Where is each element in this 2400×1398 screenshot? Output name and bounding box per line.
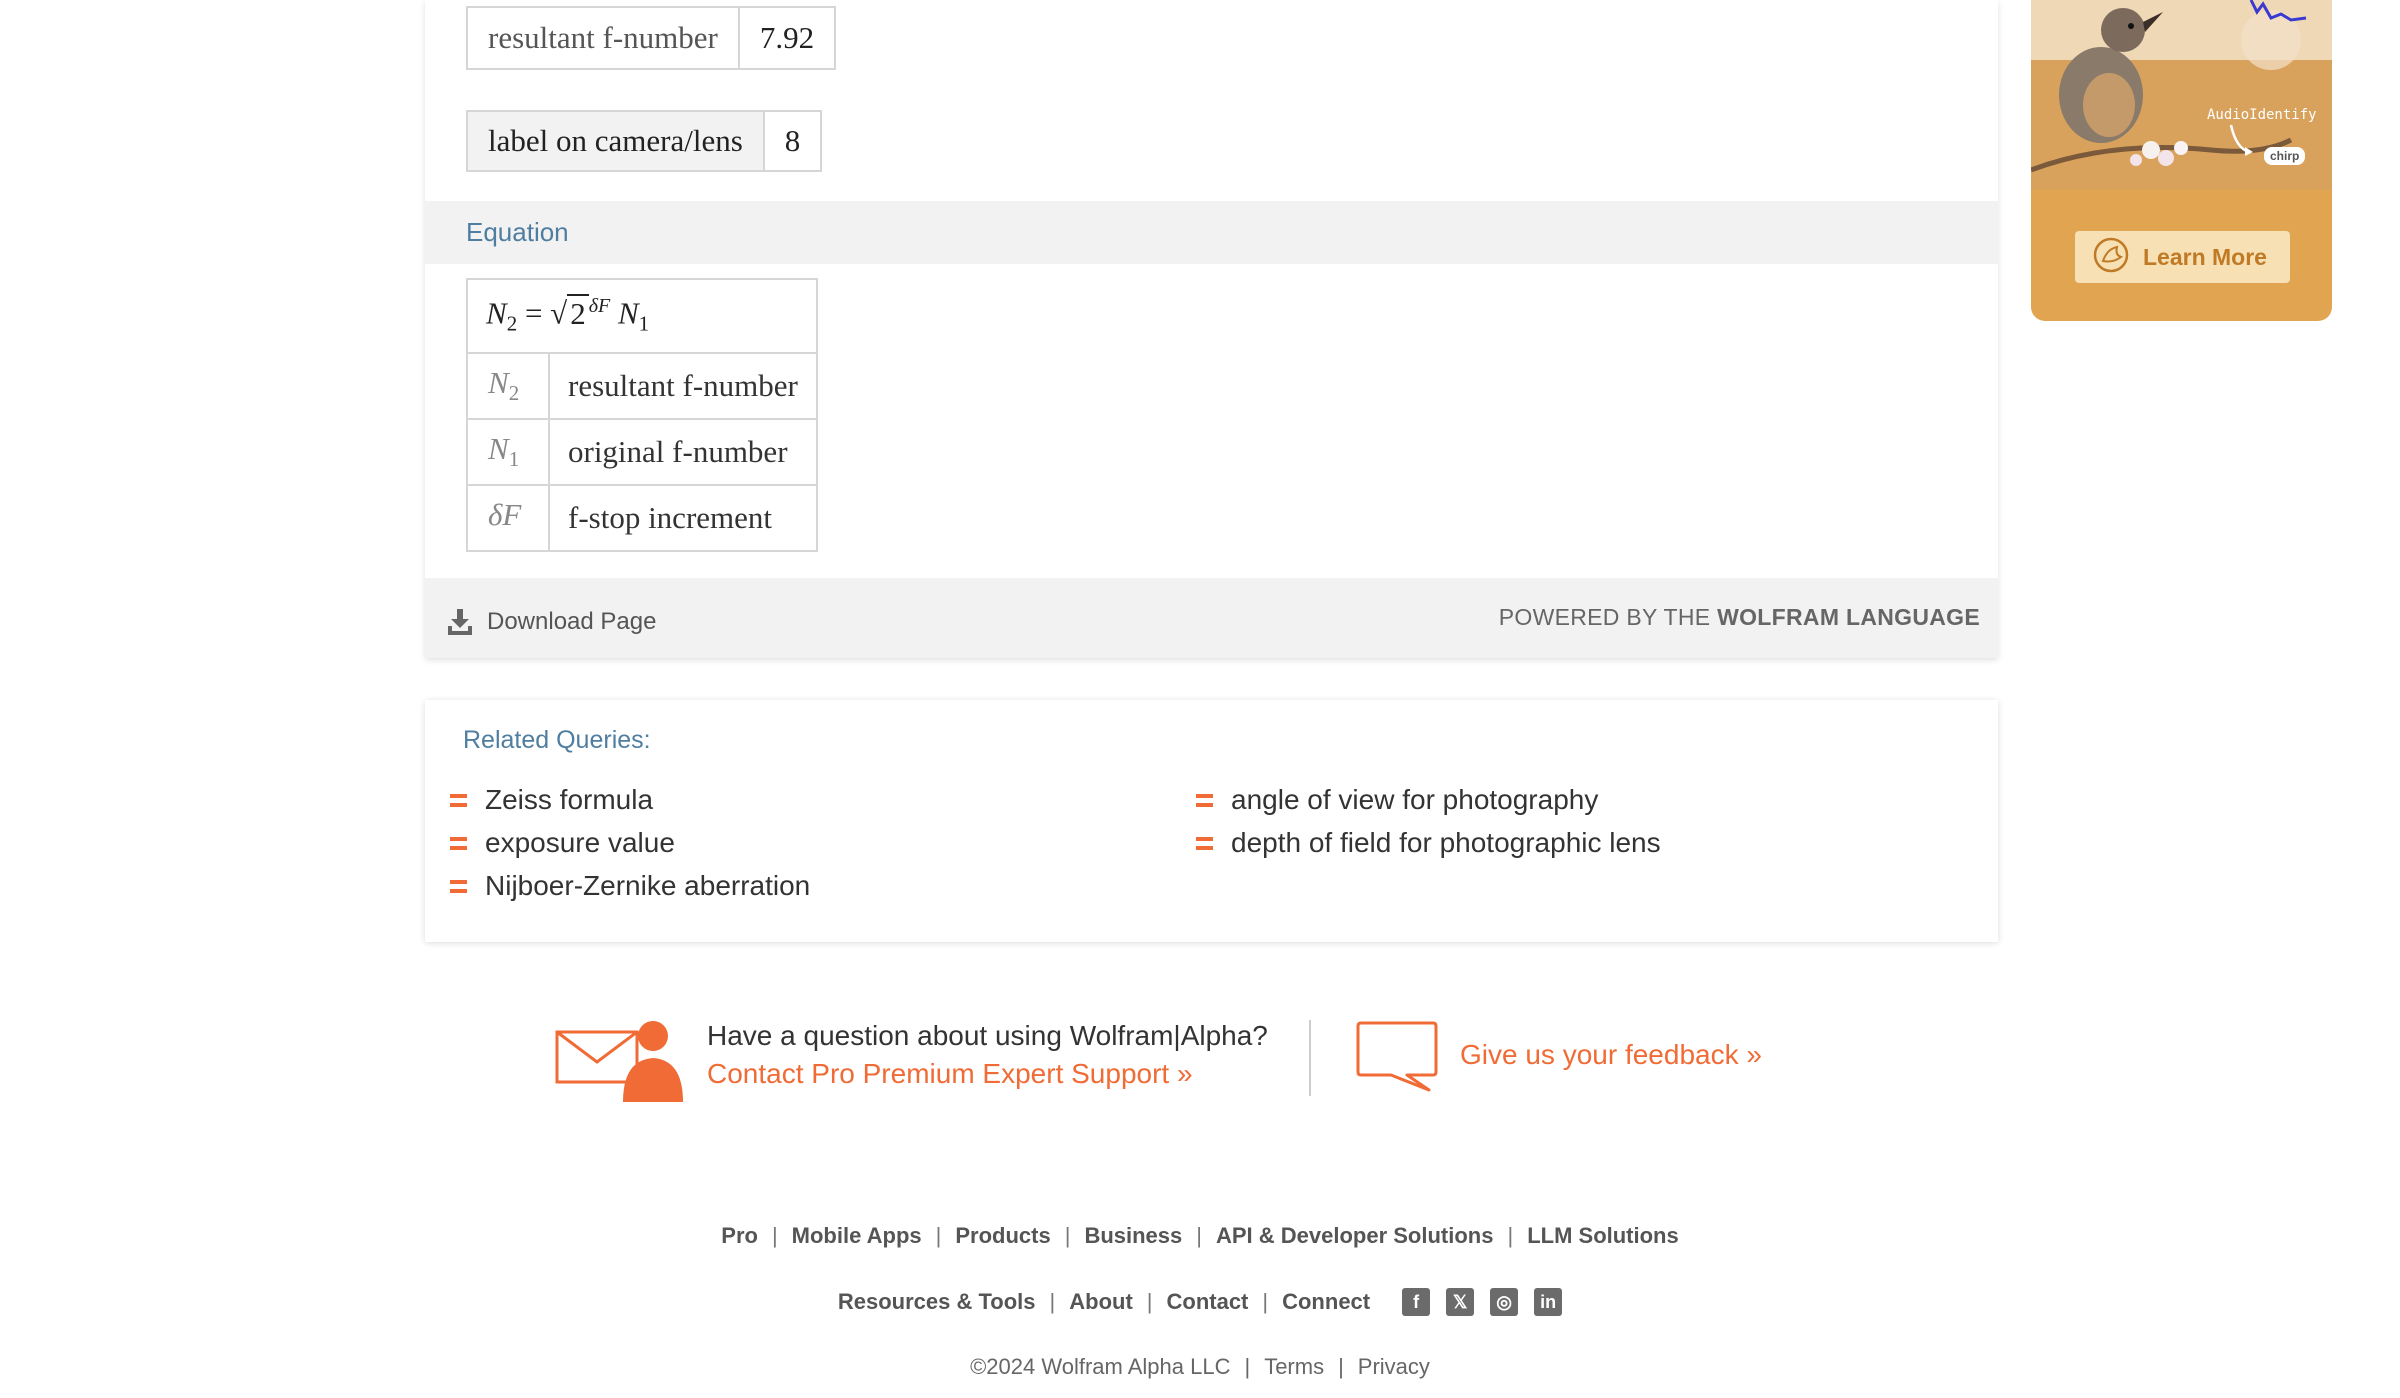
footer-separator: | [771, 1223, 778, 1248]
footer-link-connect[interactable]: Connect [1282, 1289, 1370, 1315]
footer-separator: | [935, 1223, 942, 1248]
footer-separator: | [1196, 1223, 1202, 1248]
related-query-link[interactable]: exposure value [450, 827, 675, 859]
variable-row: δF f-stop increment [466, 484, 818, 552]
variable-row: N2 resultant f-number [466, 352, 818, 420]
speech-bubble-icon [1355, 1020, 1439, 1099]
formula-equals: = [524, 295, 543, 331]
support-section: Have a question about using Wolfram|Alph… [555, 1012, 1762, 1112]
powered-by-prefix: POWERED BY THE [1498, 604, 1711, 630]
support-divider [1309, 1020, 1311, 1096]
equation-formula: N2 = √2 δF N1 [466, 278, 818, 354]
ad-audioidentify-text: AudioIdentify [2207, 107, 2317, 123]
footer-separator: | [1049, 1289, 1056, 1314]
support-question: Have a question about using Wolfram|Alph… [707, 1020, 1268, 1051]
equals-icon [450, 879, 467, 894]
footer-nav-secondary: Resources & Tools | About | Contact | Conne… [0, 1288, 2400, 1316]
footer-link-resources[interactable]: Resources & Tools [838, 1289, 1036, 1315]
related-queries-card: Related Queries: Zeiss formula exposure … [425, 700, 1998, 942]
instagram-icon[interactable]: ◎ [1490, 1288, 1519, 1316]
resultant-fnumber-label: resultant f-number [466, 6, 740, 70]
equals-icon [450, 793, 467, 808]
resultant-fnumber-value: 7.92 [737, 6, 837, 70]
equation-table: N2 = √2 δF N1 N2 resultant f-number N1 or… [466, 278, 818, 552]
learn-more-button[interactable]: Learn More [2075, 231, 2290, 283]
powered-by-wolfram-link[interactable]: POWERED BY THE WOLFRAM LANGUAGE [1499, 604, 1980, 631]
equals-icon [1196, 793, 1213, 808]
result-card: resultant f-number 7.92 label on camera/… [425, 0, 1998, 658]
formula-exponent: δF [588, 295, 611, 318]
powered-by-brand: WOLFRAM LANGUAGE [1717, 604, 1980, 630]
equation-section-title: Equation [466, 217, 569, 247]
footer-nav-primary: Pro | Mobile Apps | Products | Business | AP… [0, 1223, 2400, 1249]
social-links: f 𝕏 ◎ in [1386, 1288, 1563, 1316]
chirp-ad-banner[interactable]: AudioIdentify chirp Learn More [2031, 0, 2332, 321]
feedback-link[interactable]: Give us your feedback » [1460, 1039, 1762, 1071]
result-card-footer: Download Page POWERED BY THE WOLFRAM LAN… [425, 578, 1998, 658]
equals-icon [1196, 836, 1213, 851]
footer-link-llm[interactable]: LLM Solutions [1527, 1223, 1679, 1249]
footer-link-mobile-apps[interactable]: Mobile Apps [792, 1223, 922, 1249]
footer-separator: | [1146, 1289, 1153, 1314]
footer-link-privacy[interactable]: Privacy [1358, 1354, 1430, 1380]
footer-link-products[interactable]: Products [955, 1223, 1050, 1249]
footer-separator: | [1262, 1289, 1269, 1314]
related-query-label: angle of view for photography [1231, 784, 1599, 815]
related-query-label: Nijboer-Zernike aberration [485, 870, 811, 901]
variable-symbol: N1 [466, 418, 550, 486]
variable-description: original f-number [548, 418, 818, 486]
formula-radicand: 2 [567, 293, 589, 331]
sqrt-symbol: √ [550, 295, 568, 331]
contact-support-link[interactable]: Contact Pro Premium Expert Support » [707, 1058, 1193, 1090]
related-query-link[interactable]: Nijboer-Zernike aberration [450, 870, 810, 902]
variable-symbol: δF [466, 484, 550, 552]
formula-rhs-symbol: N [617, 295, 639, 331]
footer-link-terms[interactable]: Terms [1264, 1354, 1324, 1380]
footer-link-contact[interactable]: Contact [1167, 1289, 1249, 1315]
camera-label-label: label on camera/lens [466, 110, 765, 172]
variable-description: f-stop increment [548, 484, 818, 552]
linkedin-icon[interactable]: in [1534, 1288, 1563, 1316]
related-query-label: Zeiss formula [485, 784, 654, 815]
formula-rhs-subscript: 1 [638, 311, 650, 336]
download-page-button[interactable]: Download Page [447, 608, 656, 636]
equals-icon [450, 836, 467, 851]
copyright-text: ©2024 Wolfram Alpha LLC [970, 1354, 1231, 1379]
footer-link-pro[interactable]: Pro [721, 1223, 758, 1249]
learn-more-label: Learn More [2143, 243, 2267, 270]
x-icon[interactable]: 𝕏 [1446, 1288, 1475, 1316]
resultant-fnumber-table: resultant f-number 7.92 [466, 6, 837, 70]
related-query-link[interactable]: Zeiss formula [450, 784, 653, 816]
download-icon [447, 608, 473, 636]
footer-legal: ©2024 Wolfram Alpha LLC | Terms | Privacy [0, 1354, 2400, 1380]
variable-description: resultant f-number [548, 352, 818, 420]
formula-lhs-symbol: N [486, 295, 507, 331]
footer-separator: | [1507, 1223, 1514, 1248]
equation-section-header: Equation [425, 201, 1998, 264]
formula-lhs-subscript: 2 [506, 311, 518, 336]
related-query-link[interactable]: depth of field for photographic lens [1196, 827, 1661, 859]
related-query-label: depth of field for photographic lens [1231, 827, 1661, 858]
facebook-icon[interactable]: f [1402, 1288, 1431, 1316]
footer-separator: | [1338, 1354, 1344, 1379]
variable-row: N1 original f-number [466, 418, 818, 486]
download-page-label: Download Page [487, 608, 657, 635]
camera-label-table: label on camera/lens 8 [466, 110, 823, 172]
envelope-person-icon [555, 1018, 689, 1107]
bird-logo-icon [2093, 237, 2129, 278]
related-query-label: exposure value [485, 827, 675, 858]
related-queries-title: Related Queries: [463, 726, 651, 754]
footer-link-business[interactable]: Business [1084, 1223, 1182, 1249]
camera-label-value: 8 [762, 110, 823, 172]
footer-separator: | [1244, 1354, 1251, 1379]
related-query-link[interactable]: angle of view for photography [1196, 784, 1598, 816]
footer-link-api[interactable]: API & Developer Solutions [1216, 1223, 1494, 1249]
footer-separator: | [1064, 1223, 1071, 1248]
variable-symbol: N2 [466, 352, 550, 420]
ad-chirp-badge: chirp [2264, 147, 2306, 165]
footer-link-about[interactable]: About [1069, 1289, 1133, 1315]
